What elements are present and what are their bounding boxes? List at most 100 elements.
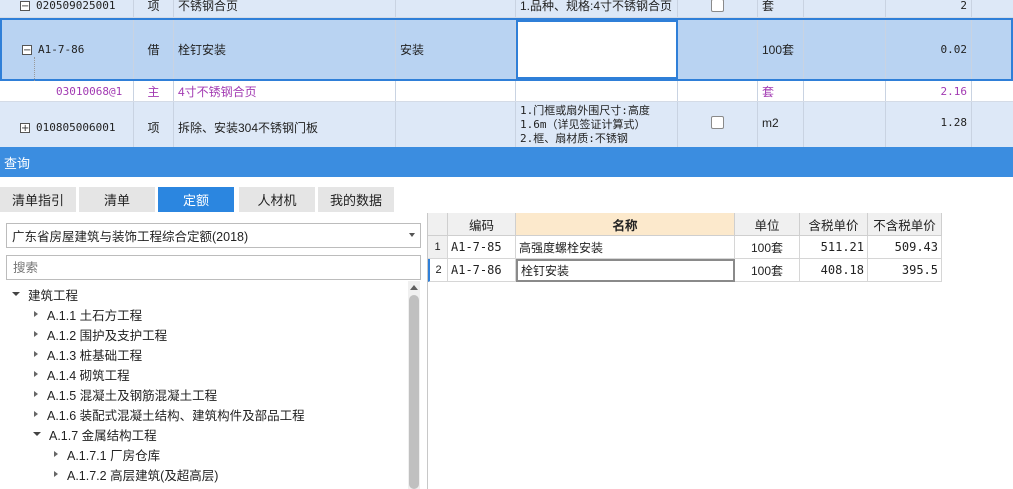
tree-node-label: A.1.6 装配式混凝土结构、建筑构件及部品工程 <box>47 408 305 423</box>
tree-node-factory-warehouse[interactable]: A.1.7.1 厂房仓库 <box>54 444 160 464</box>
extra-cell[interactable] <box>972 102 1013 147</box>
tree-node-pile-foundation[interactable]: A.1.3 桩基础工程 <box>34 344 142 364</box>
code-cell[interactable]: 03010068@1 <box>0 81 134 101</box>
tree-node-building[interactable]: 建筑工程 <box>12 284 78 304</box>
desc-cell[interactable] <box>516 81 678 101</box>
column-header-name[interactable]: 名称 <box>516 213 735 236</box>
tree-scrollbar[interactable] <box>408 281 420 489</box>
quota-code[interactable]: A1-7-86 <box>448 259 516 282</box>
tree-node-metal-structure[interactable]: A.1.7 金属结构工程 <box>33 424 157 444</box>
collapsed-arrow-icon[interactable] <box>54 471 58 477</box>
scroll-up-icon[interactable] <box>410 285 418 290</box>
collapsed-arrow-icon[interactable] <box>54 451 58 457</box>
checkbox[interactable] <box>711 0 724 12</box>
type-cell[interactable]: 项 <box>134 0 174 17</box>
check-cell[interactable] <box>678 20 758 79</box>
quota-price-without-tax[interactable]: 395.5 <box>868 259 942 282</box>
collapse-icon[interactable]: − <box>20 0 30 11</box>
tree-node-prefab[interactable]: A.1.6 装配式混凝土结构、建筑构件及部品工程 <box>34 404 305 424</box>
collapsed-arrow-icon[interactable] <box>34 351 38 357</box>
tab-labor-material-machine[interactable]: 人材机 <box>239 187 315 212</box>
chevron-down-icon[interactable] <box>409 233 415 237</box>
column-header-price-without-tax[interactable]: 不含税单价 <box>868 213 942 236</box>
table-row[interactable]: −020509025001 项 不锈钢合页 1.品种、规格:4寸不锈钢合页 套 … <box>0 0 1013 18</box>
unit-cell[interactable]: 100套 <box>758 20 804 79</box>
code-cell[interactable]: −020509025001 <box>0 0 134 17</box>
tree-node-support[interactable]: A.1.2 围护及支护工程 <box>34 324 167 344</box>
qty-cell[interactable]: 1.28 <box>886 102 972 147</box>
search-input[interactable] <box>11 259 415 276</box>
tree-node-masonry[interactable]: A.1.4 砌筑工程 <box>34 364 130 384</box>
row-index[interactable]: 1 <box>428 236 448 259</box>
tab-list[interactable]: 清单 <box>79 187 155 212</box>
tab-quota[interactable]: 定额 <box>158 187 234 212</box>
type-cell[interactable]: 项 <box>134 102 174 147</box>
name-cell[interactable]: 拆除、安装304不锈钢门板 <box>174 102 396 147</box>
type-cell[interactable]: 主 <box>134 81 174 101</box>
table-row[interactable]: 03010068@1 主 4寸不锈钢合页 套 2.16 <box>0 81 1013 102</box>
column-header-unit[interactable]: 单位 <box>735 213 800 236</box>
code-cell[interactable]: − A1-7-86 <box>2 20 134 79</box>
scrollbar-thumb[interactable] <box>409 295 419 489</box>
desc-cell[interactable]: 1.品种、规格:4寸不锈钢合页 <box>516 0 678 17</box>
extra-cell[interactable] <box>972 20 1013 79</box>
column-header-code[interactable]: 编码 <box>448 213 516 236</box>
estimate-grid: −020509025001 项 不锈钢合页 1.品种、规格:4寸不锈钢合页 套 … <box>0 0 1013 147</box>
tab-my-data[interactable]: 我的数据 <box>318 187 394 212</box>
quota-price-with-tax[interactable]: 511.21 <box>800 236 868 259</box>
blank-cell[interactable] <box>804 0 886 17</box>
name-cell[interactable]: 4寸不锈钢合页 <box>174 81 396 101</box>
qty-cell[interactable]: 2 <box>886 0 972 17</box>
quota-price-without-tax[interactable]: 509.43 <box>868 236 942 259</box>
tree-node-concrete[interactable]: A.1.5 混凝土及钢筋混凝土工程 <box>34 384 217 404</box>
collapsed-arrow-icon[interactable] <box>34 331 38 337</box>
category-cell[interactable] <box>396 81 516 101</box>
quota-name-focused[interactable]: 栓钉安装 <box>516 259 735 282</box>
table-row-selected[interactable]: − A1-7-86 借 栓钉安装 安装 100套 0.02 <box>0 18 1013 81</box>
code-cell[interactable]: +010805006001 <box>0 102 134 147</box>
quota-code[interactable]: A1-7-85 <box>448 236 516 259</box>
desc-edit-cell[interactable] <box>516 20 678 79</box>
blank-cell[interactable] <box>804 102 886 147</box>
extra-cell[interactable] <box>972 0 1013 17</box>
checkbox[interactable] <box>711 116 724 129</box>
quota-price-with-tax[interactable]: 408.18 <box>800 259 868 282</box>
check-cell[interactable] <box>678 81 758 101</box>
unit-cell[interactable]: 套 <box>758 81 804 101</box>
unit-cell[interactable]: 套 <box>758 0 804 17</box>
collapse-icon[interactable]: − <box>22 44 32 55</box>
quota-name[interactable]: 高强度螺栓安装 <box>516 236 735 259</box>
search-box[interactable] <box>6 255 421 280</box>
expanded-arrow-icon[interactable] <box>33 432 41 436</box>
quota-unit[interactable]: 100套 <box>735 236 800 259</box>
collapsed-arrow-icon[interactable] <box>34 411 38 417</box>
tab-list-guide[interactable]: 清单指引 <box>0 187 76 212</box>
row-index-selected[interactable]: 2 <box>428 259 448 282</box>
unit-cell[interactable]: m2 <box>758 102 804 147</box>
desc-cell[interactable]: 1.门框或扇外围尺寸:高度 1.6m（详见签证计算式） 2.框、扇材质:不锈钢 <box>516 102 678 147</box>
blank-cell[interactable] <box>804 81 886 101</box>
check-cell[interactable] <box>678 102 758 147</box>
column-header-price-with-tax[interactable]: 含税单价 <box>800 213 868 236</box>
extra-cell[interactable] <box>972 81 1013 101</box>
blank-cell[interactable] <box>804 20 886 79</box>
category-cell[interactable] <box>396 0 516 17</box>
collapsed-arrow-icon[interactable] <box>34 311 38 317</box>
name-cell[interactable]: 栓钉安装 <box>174 20 396 79</box>
qty-cell[interactable]: 0.02 <box>886 20 972 79</box>
tree-node-earthwork[interactable]: A.1.1 土石方工程 <box>34 304 142 324</box>
tree-node-high-rise[interactable]: A.1.7.2 高层建筑(及超高层) <box>54 464 218 484</box>
name-cell[interactable]: 不锈钢合页 <box>174 0 396 17</box>
quota-library-select[interactable]: 广东省房屋建筑与装饰工程综合定额(2018) <box>6 223 421 248</box>
category-cell[interactable]: 安装 <box>396 20 516 79</box>
collapsed-arrow-icon[interactable] <box>34 391 38 397</box>
qty-cell[interactable]: 2.16 <box>886 81 972 101</box>
table-row[interactable]: +010805006001 项 拆除、安装304不锈钢门板 1.门框或扇外围尺寸… <box>0 102 1013 147</box>
expand-icon[interactable]: + <box>20 122 30 133</box>
category-cell[interactable] <box>396 102 516 147</box>
expanded-arrow-icon[interactable] <box>12 292 20 296</box>
collapsed-arrow-icon[interactable] <box>34 371 38 377</box>
check-cell[interactable] <box>678 0 758 17</box>
quota-unit[interactable]: 100套 <box>735 259 800 282</box>
type-cell[interactable]: 借 <box>134 20 174 79</box>
